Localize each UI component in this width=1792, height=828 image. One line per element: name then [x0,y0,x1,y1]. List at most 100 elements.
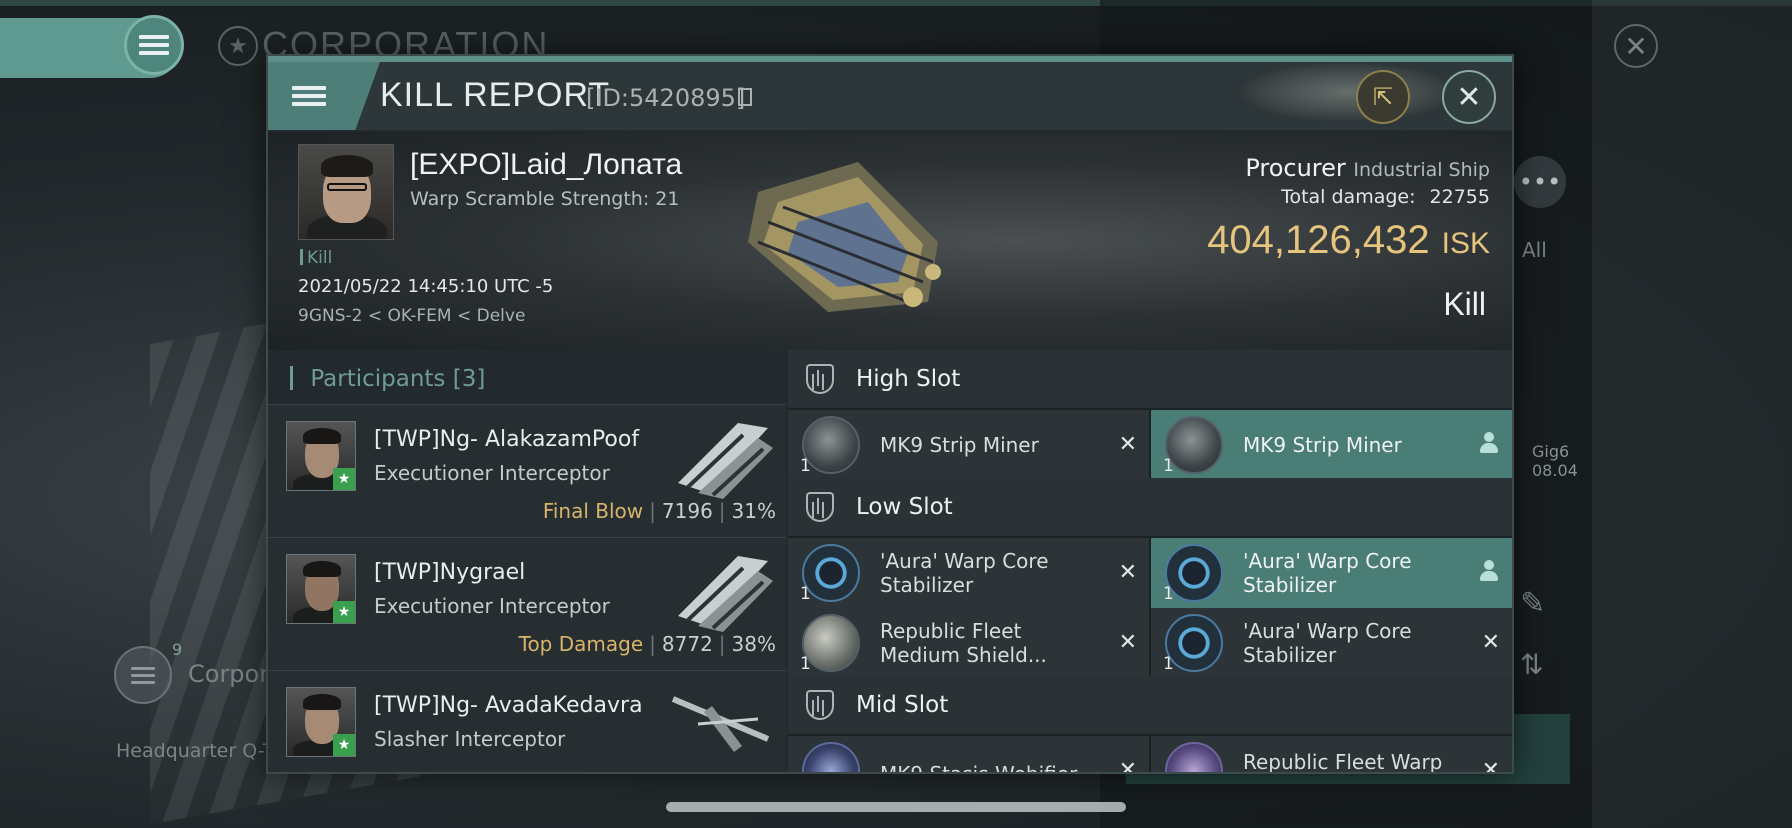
participant-damage: 8772 [661,632,713,656]
star-badge-icon: ★ [333,601,355,623]
background-close-icon[interactable]: ✕ [1614,24,1658,68]
headquarter-label: Headquarter Q-T [116,740,275,762]
copy-icon[interactable] [738,88,752,106]
module-item[interactable]: 1 'Aura' Warp Core Stabilizer ✕ [1151,608,1512,678]
close-icon[interactable]: ✕ [1442,70,1496,124]
filter-all[interactable]: All [1522,238,1547,262]
isk-unit: ISK [1441,227,1490,260]
module-quantity: 1 [1163,654,1174,674]
corporation-menu-icon[interactable] [114,646,172,704]
result-label: Kill [1443,286,1486,322]
menu-icon [292,82,326,110]
main-menu-button[interactable] [124,15,184,75]
participant-tag: Top Damage [518,632,644,656]
high-slot-icon [806,364,834,394]
warp-scramble-strength: Warp Scramble Strength: 21 [410,188,680,210]
participant-row[interactable]: ★ [TWP]Ng- AlakazamPoof Executioner Inte… [268,404,786,537]
dropped-person-icon [1480,560,1498,582]
ship-name: Procurer [1245,154,1346,182]
victim-avatar[interactable] [298,144,394,240]
module-item[interactable]: 1 MK9 Strip Miner ✕ [788,410,1151,480]
destroyed-x-icon: ✕ [1481,758,1500,774]
share-icon[interactable]: ⇱ [1356,70,1410,124]
high-slot-label: High Slot [856,366,961,392]
total-damage-label: Total damage: [1281,186,1416,208]
module-item[interactable]: 1 Republic Fleet Medium Shield... ✕ [788,608,1151,678]
total-damage: Total damage: 22755 [1281,186,1490,208]
fitting-panel: High Slot 1 MK9 Strip Miner ✕ 1 MK9 Stri… [788,350,1512,774]
participant-name: [TWP]Ng- AvadaKedavra [374,693,643,718]
participant-ship: Slasher Interceptor [374,727,566,751]
module-item-selected[interactable]: 1 MK9 Strip Miner [1151,410,1512,480]
edit-icon[interactable]: ✎ [1520,586,1545,621]
module-quantity: 1 [1163,456,1174,476]
participant-ship: Executioner Interceptor [374,461,610,485]
kill-location[interactable]: 9GNS-2 < OK-FEM < Delve [298,306,525,326]
total-damage-value: 22755 [1429,186,1490,208]
modal-title: KILL REPORT [380,76,611,114]
side-text-line-1: Gig6 [1532,442,1570,461]
victim-ship[interactable]: Procurer Industrial Ship [1245,154,1490,182]
destroyed-x-icon: ✕ [1118,630,1137,655]
participants-panel: Participants [3] ★ [TWP]Ng- AlakazamPoof… [268,350,786,772]
app-screen: ★ CORPORATION ✕ ••• All Gig6 08.04 ✎ ⇅ 9… [0,0,1792,828]
participant-tag: Final Blow [542,499,644,523]
victim-summary: [EXPO]Laid_Лопата Warp Scramble Strength… [268,132,1512,350]
participant-stats: Top Damage | 8772 | 38% [518,632,776,656]
participant-percent: 31% [731,499,776,523]
warp-disruptor-icon [1165,742,1223,772]
participant-stats: Final Blow | 7196 | 31% [542,499,776,523]
participants-header: Participants [3] [268,350,786,404]
background-right-edge [1592,0,1792,828]
participant-row[interactable]: ★ [TWP]Ng- AvadaKedavra Slasher Intercep… [268,670,786,772]
participant-ship: Executioner Interceptor [374,594,610,618]
module-item[interactable]: MK9 Stasis Webifier ✕ [788,736,1151,774]
module-name: 'Aura' Warp Core Stabilizer [1243,549,1412,597]
module-name: MK9 Strip Miner [880,433,1039,457]
participants-count: [3] [452,366,486,392]
module-name: Republic Fleet Warp [1243,750,1443,774]
stasis-webifier-icon [802,742,860,772]
destroyed-x-icon: ✕ [1118,560,1137,585]
participant-ship-image [678,556,773,632]
star-badge-icon: ★ [333,734,355,756]
participant-name: [TWP]Ng- AlakazamPoof [374,427,640,452]
low-slot-icon [806,492,834,522]
destroyed-x-icon: ✕ [1481,630,1500,655]
participants-label: Participants [310,366,446,392]
victim-name[interactable]: [EXPO]Laid_Лопата [410,148,682,182]
mid-slot-icon [806,690,834,720]
header-station-art [1238,62,1458,122]
star-badge-icon: ★ [333,468,355,490]
isk-value: 404,126,432 ISK [1207,218,1490,263]
list-icon [131,663,155,688]
kill-report-id: [ID:5420895] [586,84,746,112]
more-options-icon[interactable]: ••• [1514,156,1566,208]
module-name: 'Aura' Warp Core Stabilizer [880,549,1049,597]
module-item[interactable]: Republic Fleet Warp ✕ [1151,736,1512,774]
module-quantity: 1 [800,456,811,476]
module-item[interactable]: 1 'Aura' Warp Core Stabilizer ✕ [788,538,1151,608]
participant-damage: 7196 [661,499,713,523]
kill-datetime: 2021/05/22 14:45:10 UTC -5 [298,276,554,297]
menu-icon [139,31,169,59]
participant-row[interactable]: ★ [TWP]Nygrael Executioner Interceptor T… [268,537,786,670]
destroyed-x-icon: ✕ [1118,758,1137,774]
module-quantity: 1 [800,654,811,674]
module-item-selected[interactable]: 1 'Aura' Warp Core Stabilizer [1151,538,1512,608]
low-slot-header: Low Slot [788,478,1512,536]
home-indicator[interactable] [666,802,1126,812]
low-slot-label: Low Slot [856,494,953,520]
mid-slot-header: Mid Slot [788,676,1512,734]
module-row: 1 Republic Fleet Medium Shield... ✕ 1 'A… [788,606,1512,678]
dropped-person-icon [1480,432,1498,454]
participant-ship-image [678,423,773,499]
high-slot-header: High Slot [788,350,1512,408]
participant-ship-image [671,696,770,752]
module-name: MK9 Strip Miner [1243,433,1402,457]
participant-avatar: ★ [286,687,356,757]
isk-amount: 404,126,432 [1207,218,1430,262]
module-row: 1 MK9 Strip Miner ✕ 1 MK9 Strip Miner [788,408,1512,480]
sort-icon[interactable]: ⇅ [1520,648,1543,681]
mid-slot-label: Mid Slot [856,692,949,718]
